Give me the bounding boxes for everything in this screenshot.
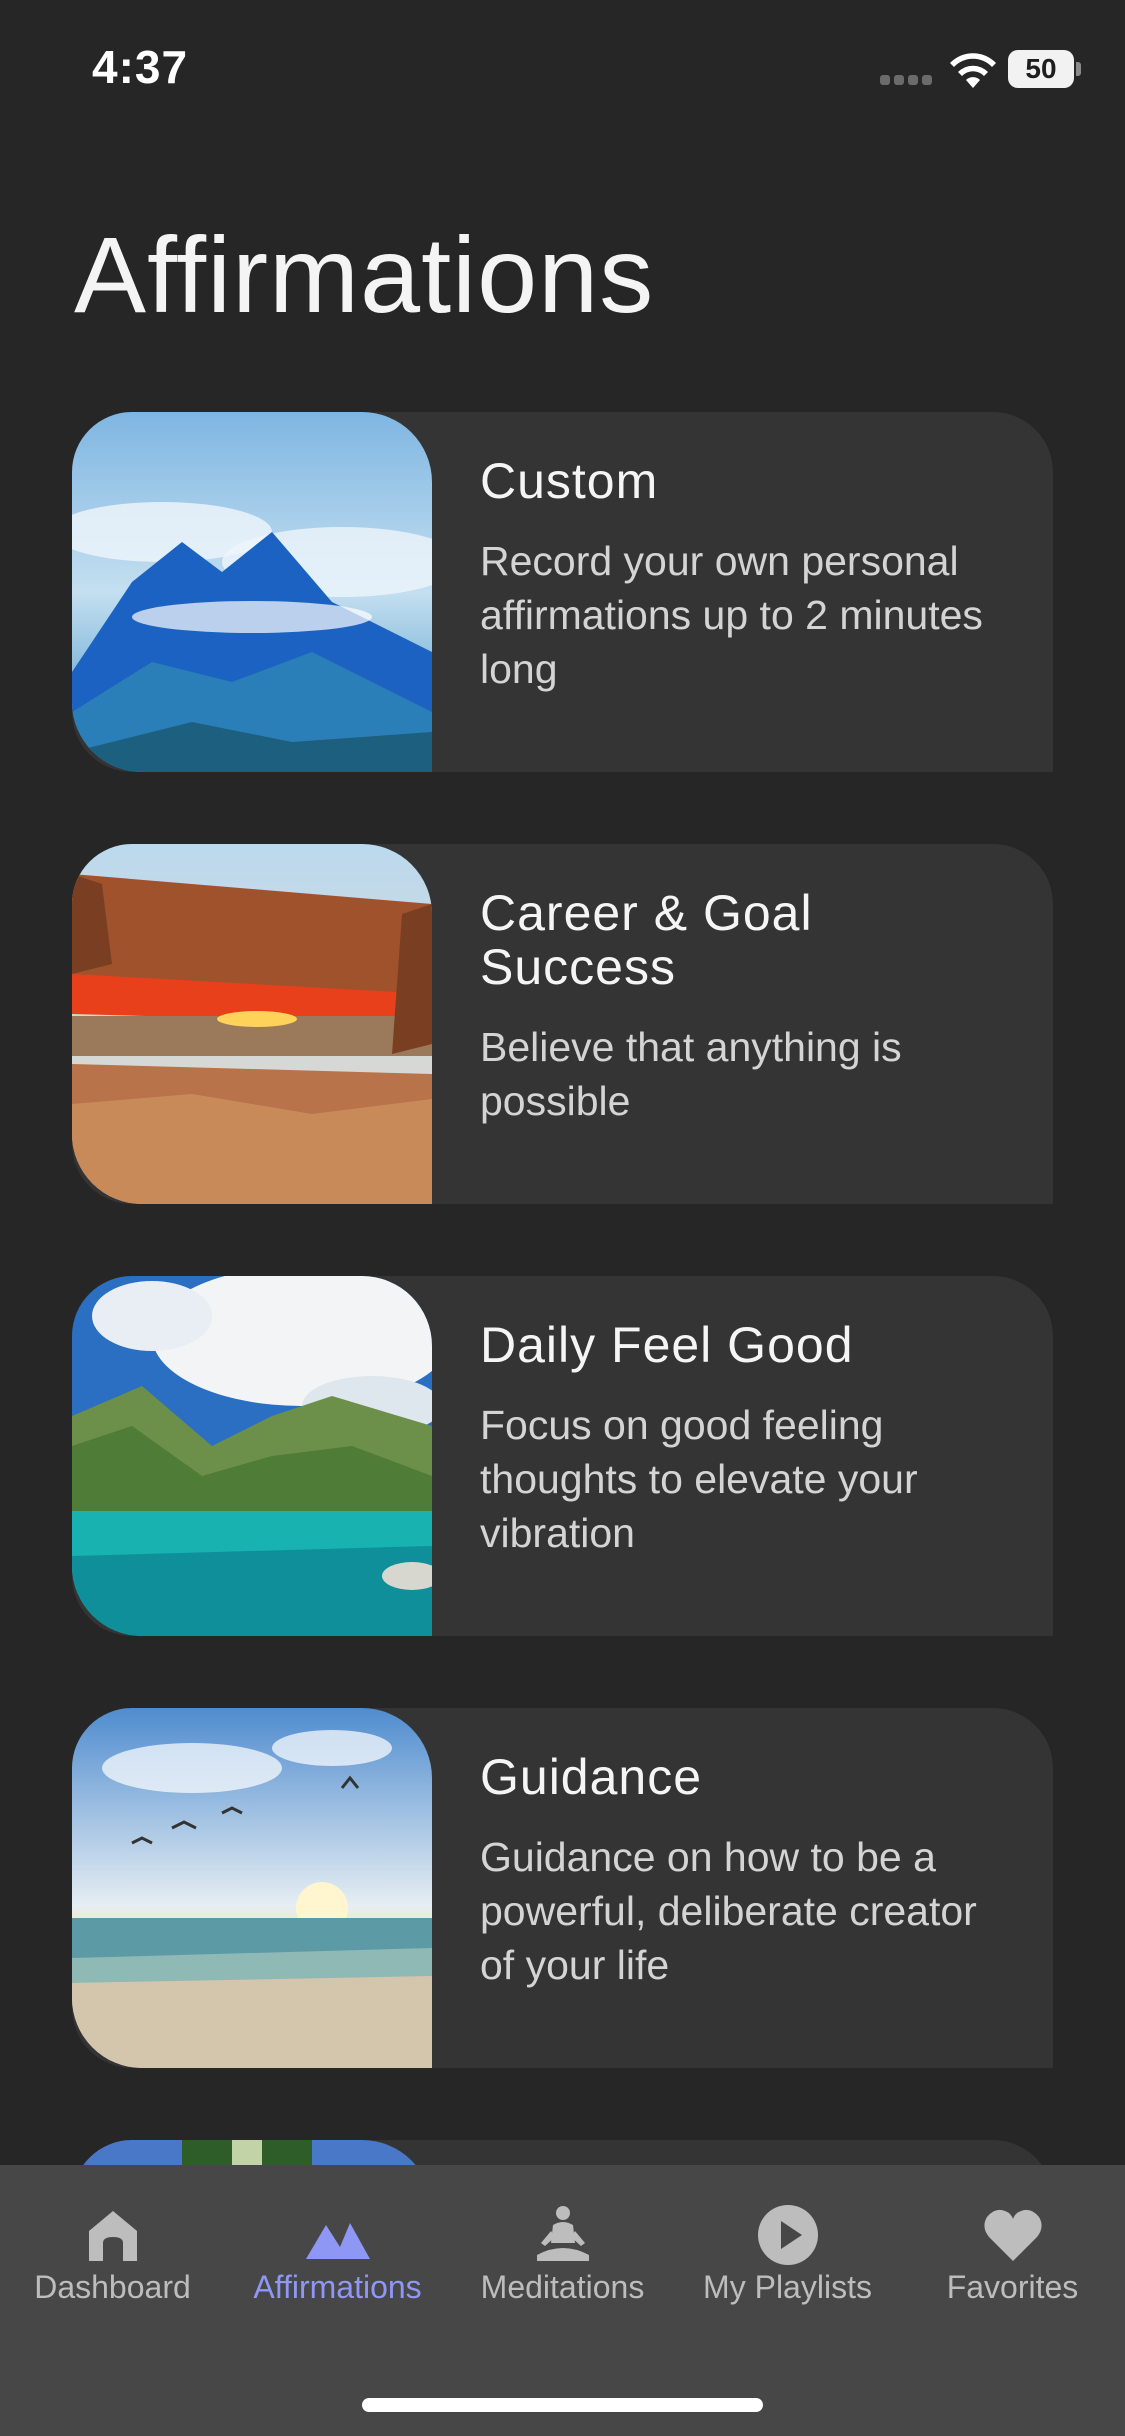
tab-my-playlists[interactable]: My Playlists [675, 2165, 900, 2305]
meditation-icon [536, 2206, 589, 2261]
play-icon [757, 2205, 818, 2265]
tab-bar: Dashboard Affirmations Meditations My Pl… [0, 2165, 1125, 2436]
tab-label: My Playlists [703, 2269, 872, 2305]
card-image-rock-arch [72, 844, 432, 1204]
card-image-mountain-lake [72, 1276, 432, 1636]
status-time: 4:37 [92, 41, 189, 93]
tab-label: Affirmations [253, 2269, 422, 2305]
card-description: Record your own personal affirmations up… [480, 538, 983, 692]
battery-icon: 50 [1008, 50, 1081, 88]
card-text: Daily Feel Good Focus on good feeling th… [480, 1318, 1020, 1560]
battery-level: 50 [1025, 53, 1057, 84]
card-description: Believe that anything is possible [480, 1024, 902, 1124]
home-indicator[interactable] [362, 2398, 763, 2412]
affirmations-screen: 4:37 50 Affirmations Custom Record your … [0, 0, 1125, 2436]
status-bar: 4:37 50 [0, 0, 1125, 140]
card-text: Career & Goal Success Believe that anyth… [480, 886, 1020, 1128]
card-description: Focus on good feeling thoughts to elevat… [480, 1402, 918, 1556]
page-title: Affirmations [74, 214, 655, 335]
cellular-signal-icon [880, 75, 934, 85]
card-description: Guidance on how to be a powerful, delibe… [480, 1834, 977, 1988]
wifi-icon [950, 53, 996, 88]
tab-favorites[interactable]: Favorites [900, 2165, 1125, 2305]
card-title: Career & Goal Success [480, 885, 813, 995]
card-title: Daily Feel Good [480, 1317, 854, 1373]
tab-label: Meditations [480, 2269, 645, 2305]
tab-meditations[interactable]: Meditations [450, 2165, 675, 2305]
mountains-icon [305, 2223, 370, 2259]
card-title: Guidance [480, 1749, 703, 1805]
affirmation-card-guidance[interactable]: Guidance Guidance on how to be a powerfu… [72, 1708, 1053, 2068]
card-image-beach [72, 1708, 432, 2068]
tab-label: Favorites [946, 2269, 1079, 2305]
heart-icon [983, 2209, 1042, 2261]
affirmation-card-daily-feel-good[interactable]: Daily Feel Good Focus on good feeling th… [72, 1276, 1053, 1636]
card-image-mountains [72, 412, 432, 772]
card-text: Guidance Guidance on how to be a powerfu… [480, 1750, 1020, 1992]
home-icon [88, 2211, 137, 2261]
affirmation-card-career[interactable]: Career & Goal Success Believe that anyth… [72, 844, 1053, 1204]
tab-affirmations[interactable]: Affirmations [225, 2165, 450, 2305]
affirmation-card-custom[interactable]: Custom Record your own personal affirmat… [72, 412, 1053, 772]
tab-dashboard[interactable]: Dashboard [0, 2165, 225, 2305]
card-text: Custom Record your own personal affirmat… [480, 454, 1020, 696]
tab-label: Dashboard [34, 2269, 191, 2305]
card-title: Custom [480, 453, 659, 509]
